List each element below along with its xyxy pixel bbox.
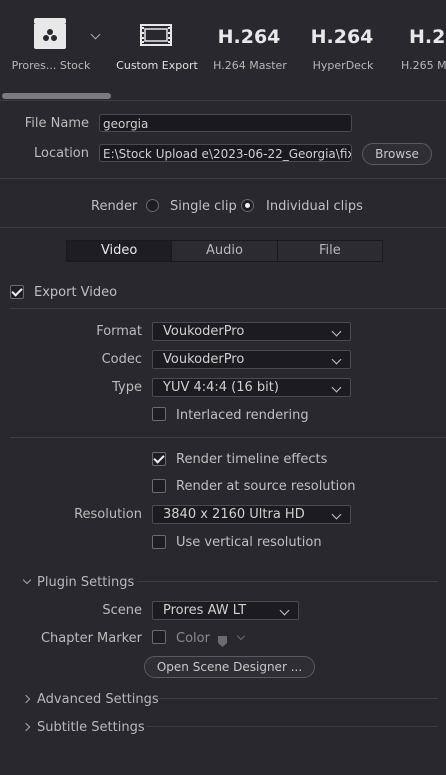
format-label: Format	[96, 324, 142, 339]
chapter-marker-checkbox[interactable]	[152, 630, 166, 644]
format-value: VoukoderPro	[163, 324, 245, 339]
divider	[146, 726, 438, 727]
chevron-down-icon	[331, 382, 342, 393]
open-scene-designer-button[interactable]: Open Scene Designer ...	[144, 656, 315, 678]
type-value: YUV 4:4:4 (16 bit)	[163, 380, 279, 395]
divider	[156, 698, 438, 699]
resolution-value: 3840 x 2160 Ultra HD	[163, 507, 305, 522]
preset-h265-badge[interactable]: H.26	[409, 26, 446, 48]
preset-dropdown-chevron-icon[interactable]	[90, 29, 101, 40]
chevron-down-icon[interactable]	[22, 575, 32, 585]
subtitle-settings-title[interactable]: Subtitle Settings	[37, 720, 145, 735]
file-name-input[interactable]: georgia	[99, 114, 352, 132]
interlaced-label[interactable]: Interlaced rendering	[176, 408, 309, 423]
preset-hyperdeck-badge[interactable]: H.264	[311, 26, 374, 48]
export-video-label[interactable]: Export Video	[34, 285, 117, 300]
file-name-label: File Name	[24, 116, 89, 131]
individual-clips-label[interactable]: Individual clips	[266, 199, 363, 214]
codec-label: Codec	[101, 352, 142, 367]
location-input[interactable]: E:\Stock Upload e\2023-06-22_Georgia\fix	[99, 144, 352, 162]
divider	[10, 437, 446, 438]
source-resolution-checkbox[interactable]	[152, 479, 166, 493]
export-video-checkbox[interactable]	[10, 285, 24, 299]
divider	[0, 178, 446, 179]
marker-color-icon[interactable]	[218, 632, 227, 647]
codec-value: VoukoderPro	[163, 352, 245, 367]
location-label: Location	[34, 146, 89, 161]
chevron-down-icon	[331, 509, 342, 520]
davinci-resolve-icon-top	[34, 18, 66, 23]
plugin-settings-title[interactable]: Plugin Settings	[37, 575, 134, 590]
tab-audio[interactable]: Audio	[172, 241, 278, 261]
vertical-resolution-checkbox[interactable]	[152, 535, 166, 549]
chevron-right-icon[interactable]	[21, 694, 31, 704]
settings-tabs: Video Audio File	[66, 240, 383, 262]
chevron-right-icon[interactable]	[21, 722, 31, 732]
scene-label: Scene	[102, 603, 142, 618]
type-label: Type	[112, 380, 142, 395]
resolution-select[interactable]: 3840 x 2160 Ultra HD	[152, 505, 351, 524]
preset-prores-stock-label: Prores... Stock	[11, 59, 91, 72]
chevron-down-icon	[331, 354, 342, 365]
preset-h265-label: H.265 M	[401, 59, 446, 72]
divider	[137, 581, 438, 582]
scene-select[interactable]: Prores AW LT	[152, 601, 299, 620]
chevron-down-icon[interactable]	[236, 631, 246, 641]
preset-scrollbar-thumb[interactable]	[2, 93, 111, 99]
preset-hyperdeck-label: HyperDeck	[312, 59, 374, 72]
davinci-resolve-icon	[34, 23, 66, 49]
timeline-effects-label[interactable]: Render timeline effects	[176, 452, 327, 467]
preset-custom-export-label: Custom Export	[116, 59, 198, 72]
divider	[10, 308, 446, 309]
advanced-settings-title[interactable]: Advanced Settings	[37, 692, 159, 707]
format-select[interactable]: VoukoderPro	[152, 322, 351, 341]
type-select[interactable]: YUV 4:4:4 (16 bit)	[152, 378, 351, 397]
render-preset-strip: Prores... Stock Custom Export H.264 H.26…	[0, 0, 446, 100]
film-strip-icon	[140, 24, 172, 46]
source-resolution-label[interactable]: Render at source resolution	[176, 479, 355, 494]
divider	[0, 100, 446, 101]
color-label: Color	[176, 631, 210, 646]
divider	[0, 227, 446, 228]
single-clip-radio[interactable]	[146, 199, 159, 212]
tab-video[interactable]: Video	[67, 241, 173, 261]
resolution-label: Resolution	[74, 507, 142, 522]
interlaced-checkbox[interactable]	[152, 407, 166, 421]
chevron-down-icon	[279, 605, 290, 616]
chapter-marker-label: Chapter Marker	[40, 631, 142, 646]
render-mode-label: Render	[91, 199, 138, 214]
individual-clips-radio[interactable]	[241, 199, 254, 212]
scene-value: Prores AW LT	[163, 603, 247, 618]
timeline-effects-checkbox[interactable]	[152, 452, 166, 466]
single-clip-label[interactable]: Single clip	[170, 199, 237, 214]
browse-button[interactable]: Browse	[362, 143, 432, 165]
tab-file[interactable]: File	[278, 241, 382, 261]
preset-h264-master-label: H.264 Master	[213, 59, 287, 72]
vertical-resolution-label[interactable]: Use vertical resolution	[176, 535, 322, 550]
preset-h264-master-badge[interactable]: H.264	[218, 26, 281, 48]
codec-select[interactable]: VoukoderPro	[152, 350, 351, 369]
chevron-down-icon	[331, 326, 342, 337]
